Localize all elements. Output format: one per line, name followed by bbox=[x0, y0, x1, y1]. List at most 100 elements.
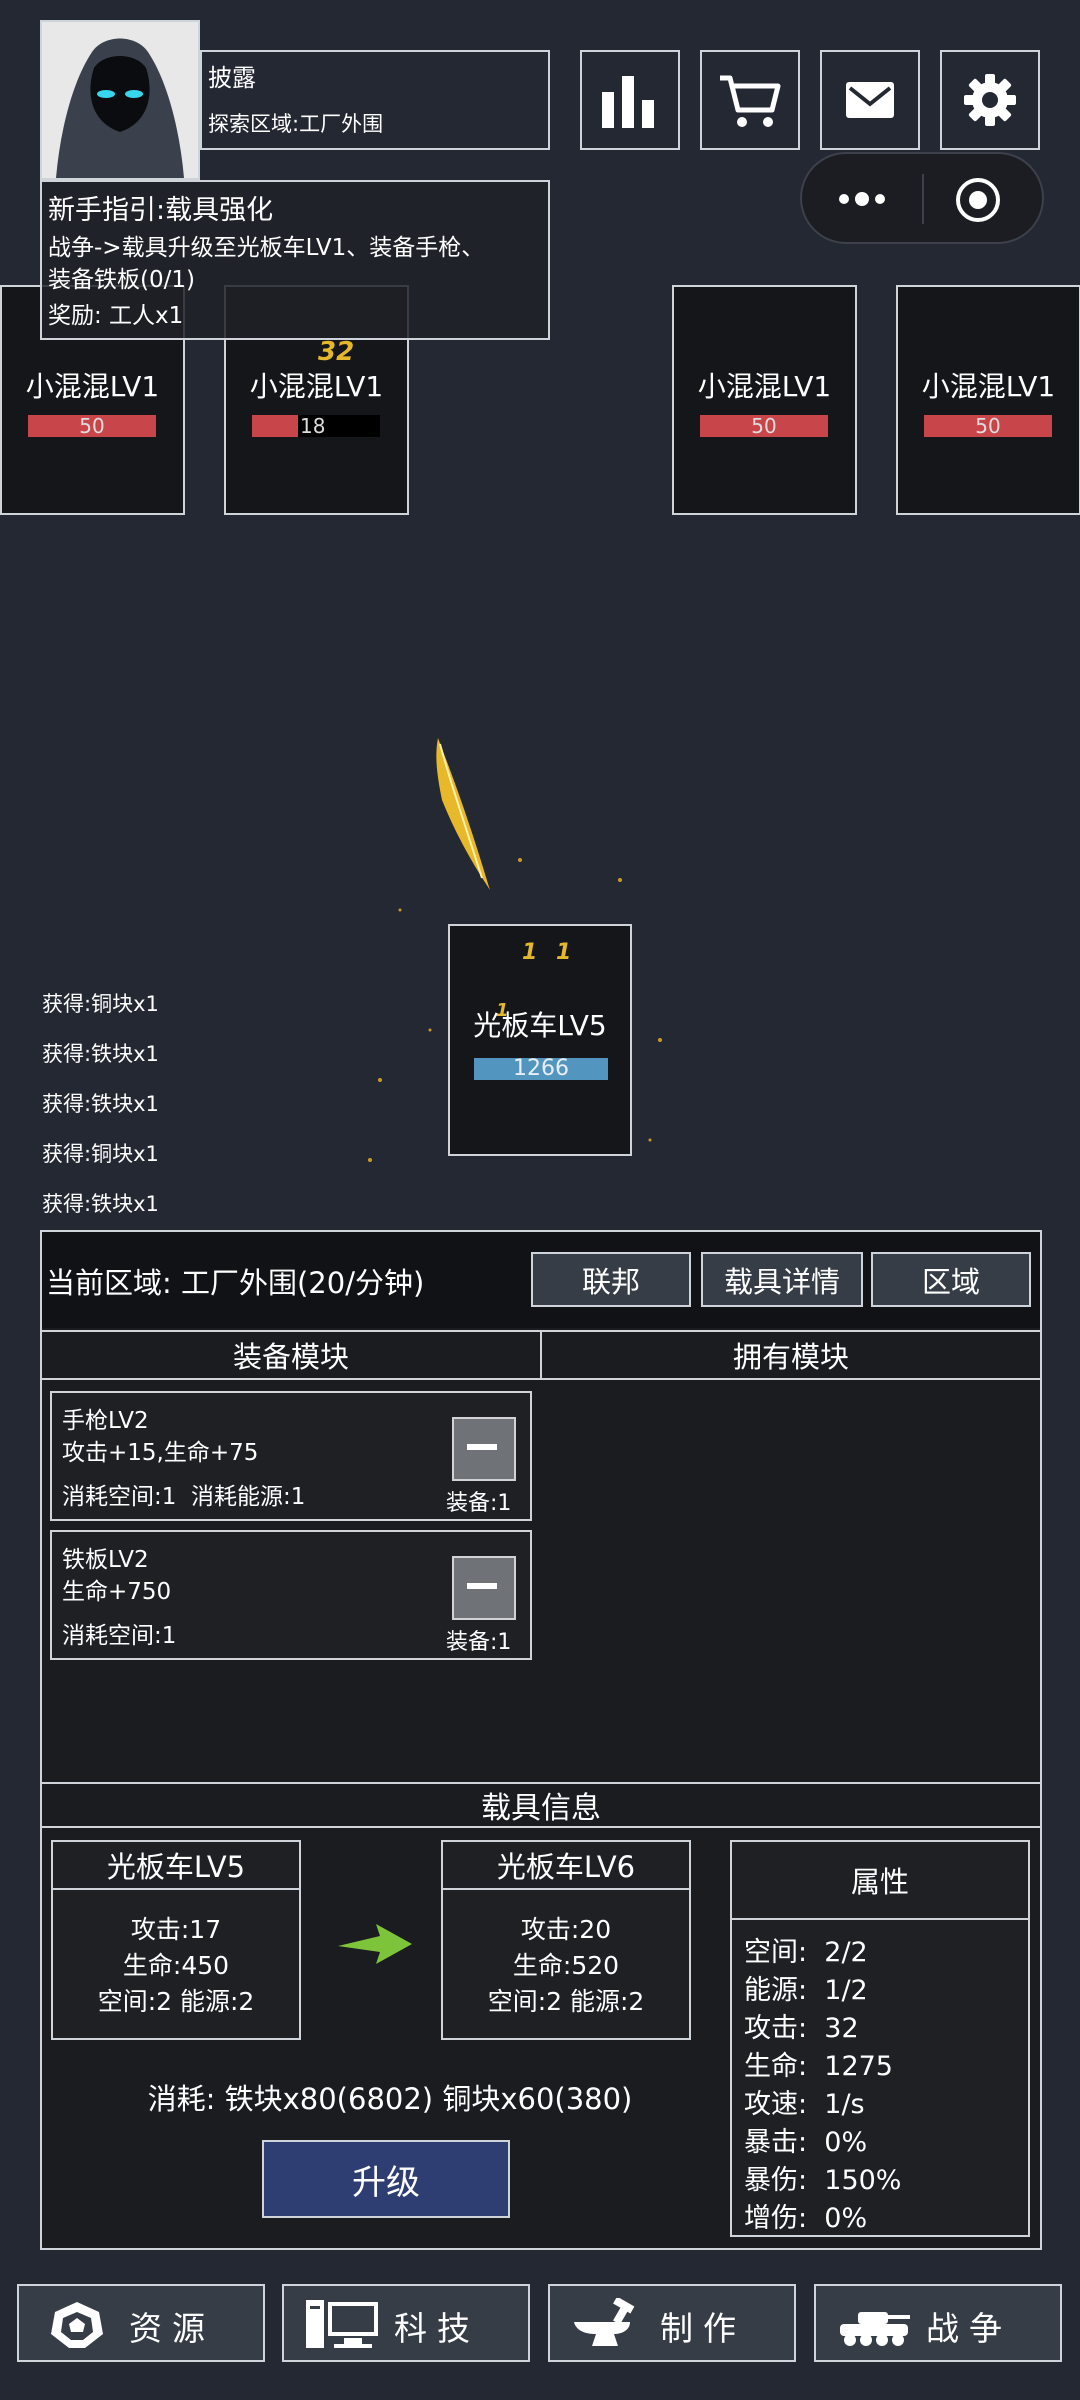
enemy-hp-value: 50 bbox=[79, 414, 105, 438]
federation-button[interactable]: 联邦 bbox=[531, 1252, 691, 1307]
loot-log-item: 获得:铜块x1 bbox=[42, 1142, 159, 1166]
nav-tech[interactable]: 科技 bbox=[282, 2284, 530, 2362]
area-button[interactable]: 区域 bbox=[871, 1252, 1031, 1307]
nav-label: 制作 bbox=[660, 2309, 746, 2348]
stat-hp: 生命:450 bbox=[122, 1951, 230, 1980]
module-effect: 生命+750 bbox=[62, 1579, 172, 1605]
module-name: 铁板LV2 bbox=[62, 1547, 149, 1573]
player-info: 披露 探索区域:工厂外围 bbox=[200, 50, 550, 150]
tank-icon bbox=[840, 2312, 910, 2346]
tab-owned-modules[interactable]: 拥有模块 bbox=[540, 1330, 1042, 1380]
damage-popup: 32 bbox=[318, 337, 355, 367]
unequip-button[interactable] bbox=[452, 1556, 516, 1620]
loot-log-item: 获得:铁块x1 bbox=[42, 1192, 159, 1216]
nav-label: 资源 bbox=[129, 2309, 215, 2348]
loot-log-item: 获得:铁块x1 bbox=[42, 1042, 159, 1066]
module-equip-count: 装备:1 bbox=[446, 1491, 512, 1516]
module-effect: 攻击+15,生命+75 bbox=[62, 1440, 259, 1466]
player-vehicle-card[interactable]: 1 1 1 光板车LV5 1266 bbox=[448, 924, 632, 1156]
shop-button[interactable] bbox=[700, 50, 800, 150]
guide-line-2: 装备铁板(0/1) bbox=[48, 267, 195, 293]
stat-hp: 生命:520 bbox=[512, 1951, 620, 1980]
enemy-name: 小混混LV1 bbox=[697, 370, 832, 403]
enemy-card[interactable]: 小混混LV1 50 bbox=[896, 285, 1080, 515]
module-cost: 消耗空间:1 bbox=[62, 1623, 177, 1649]
module-name: 手枪LV2 bbox=[62, 1408, 149, 1434]
guide-line-1: 战争->载具升级至光板车LV1、装备手枪、 bbox=[48, 235, 485, 261]
close-target-icon[interactable] bbox=[954, 176, 1002, 224]
upgrade-cost: 消耗: 铁块x80(6802) 铜块x60(380) bbox=[147, 2082, 633, 2116]
nav-label: 战争 bbox=[926, 2309, 1012, 2348]
enemy-card[interactable]: 小混混LV1 50 bbox=[672, 285, 857, 515]
module-equip-count: 装备:1 bbox=[446, 1630, 512, 1655]
vehicle-hp-value: 1266 bbox=[513, 1056, 569, 1081]
current-vehicle-stats: 攻击:17 生命:450 空间:2 能源:2 bbox=[51, 1888, 301, 2040]
loot-log-item: 获得:铜块x1 bbox=[42, 992, 159, 1016]
nav-label: 科技 bbox=[394, 2309, 480, 2348]
stat-space-energy: 空间:2 能源:2 bbox=[97, 1987, 255, 2016]
vehicle-name: 光板车LV5 bbox=[473, 1009, 607, 1042]
minus-icon bbox=[467, 1583, 497, 1589]
loot-log-item: 获得:铁块x1 bbox=[42, 1092, 159, 1116]
enemy-hp-bar: 50 bbox=[700, 415, 828, 437]
attr-crit-damage: 暴伤: 150% bbox=[744, 2165, 902, 2196]
settings-button[interactable] bbox=[940, 50, 1040, 150]
arrow-right-icon bbox=[338, 1924, 412, 1964]
attr-damage-bonus: 增伤: 0% bbox=[744, 2203, 868, 2234]
attr-crit: 暴击: 0% bbox=[744, 2127, 868, 2158]
hooded-figure-icon bbox=[42, 22, 198, 178]
enemy-name: 小混混LV1 bbox=[921, 370, 1056, 403]
vehicle-info-header: 载具信息 bbox=[42, 1782, 1040, 1828]
stat-attack: 攻击:20 bbox=[520, 1915, 612, 1944]
damage-popup: 1 bbox=[556, 940, 572, 965]
vehicle-details-button[interactable]: 载具详情 bbox=[701, 1252, 863, 1307]
player-name: 披露 bbox=[208, 64, 256, 92]
miniprogram-capsule bbox=[800, 152, 1044, 244]
bar-chart-icon bbox=[602, 76, 654, 128]
upgrade-button[interactable]: 升级 bbox=[262, 2140, 510, 2218]
enemy-hp-value: 50 bbox=[751, 414, 777, 438]
attr-attack: 攻击: 32 bbox=[744, 2013, 859, 2044]
enemy-name: 小混混LV1 bbox=[249, 370, 384, 403]
gear-icon bbox=[964, 74, 1016, 126]
damage-popup: 1 bbox=[522, 940, 538, 965]
nav-craft[interactable]: 制作 bbox=[548, 2284, 796, 2362]
unequip-button[interactable] bbox=[452, 1417, 516, 1481]
anvil-hammer-icon bbox=[574, 2298, 635, 2346]
attr-space: 空间: 2/2 bbox=[744, 1937, 868, 1968]
mail-button[interactable] bbox=[820, 50, 920, 150]
guide-title: 新手指引:载具强化 bbox=[48, 195, 274, 226]
minus-icon bbox=[467, 1444, 497, 1450]
stats-button[interactable] bbox=[580, 50, 680, 150]
module-card[interactable]: 手枪LV2 攻击+15,生命+75 消耗空间:1 消耗能源:1 装备:1 bbox=[50, 1391, 532, 1521]
guide-reward: 奖励: 工人x1 bbox=[48, 303, 184, 329]
explore-area: 探索区域:工厂外围 bbox=[208, 112, 384, 136]
resource-gem-icon bbox=[51, 2302, 103, 2348]
module-card[interactable]: 铁板LV2 生命+750 消耗空间:1 装备:1 bbox=[50, 1530, 532, 1660]
tutorial-guide[interactable]: 新手指引:载具强化 战争->载具升级至光板车LV1、装备手枪、 装备铁板(0/1… bbox=[40, 180, 550, 340]
capsule-divider bbox=[922, 174, 924, 224]
enemy-hp-bar: 18 bbox=[252, 415, 380, 437]
tab-equipped-modules[interactable]: 装备模块 bbox=[40, 1330, 542, 1380]
attr-energy: 能源: 1/2 bbox=[744, 1975, 868, 2006]
current-area-label: 当前区域: 工厂外围(20/分钟) bbox=[46, 1266, 425, 1300]
nav-war[interactable]: 战争 bbox=[814, 2284, 1062, 2362]
enemy-hp-value: 18 bbox=[300, 414, 326, 438]
nav-resources[interactable]: 资源 bbox=[17, 2284, 265, 2362]
enemy-hp-bar: 50 bbox=[28, 415, 156, 437]
stat-attack: 攻击:17 bbox=[130, 1915, 222, 1944]
current-vehicle-title: 光板车LV5 bbox=[51, 1840, 301, 1890]
more-menu-icon[interactable] bbox=[832, 184, 892, 214]
enemy-hp-bar: 50 bbox=[924, 415, 1052, 437]
vehicle-hp-bar: 1266 bbox=[474, 1058, 608, 1080]
next-vehicle-title: 光板车LV6 bbox=[441, 1840, 691, 1890]
attributes-title: 属性 bbox=[732, 1842, 1028, 1920]
enemy-name: 小混混LV1 bbox=[25, 370, 160, 403]
computer-icon bbox=[306, 2300, 378, 2348]
next-vehicle-stats: 攻击:20 生命:520 空间:2 能源:2 bbox=[441, 1888, 691, 2040]
enemy-hp-value: 50 bbox=[975, 414, 1001, 438]
stat-space-energy: 空间:2 能源:2 bbox=[487, 1987, 645, 2016]
player-avatar[interactable] bbox=[40, 20, 200, 180]
mail-icon bbox=[846, 82, 894, 118]
module-cost: 消耗空间:1 消耗能源:1 bbox=[62, 1484, 306, 1510]
